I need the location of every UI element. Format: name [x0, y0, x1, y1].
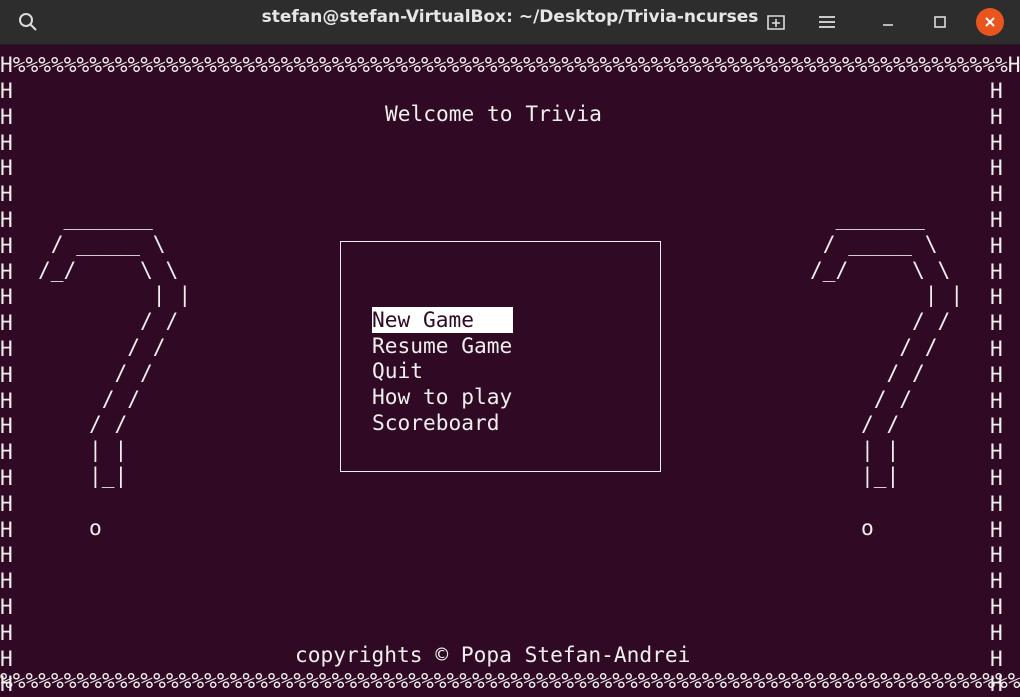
border-top: H%%%%%%%%%%%%%%%%%%%%%%%%%%%%%%%%%%%%%%%…	[0, 52, 1020, 77]
minimize-button[interactable]	[872, 6, 904, 38]
question-mark-art-left: _______ / _____ \ /_/ \ \ | | / / / / / …	[38, 205, 192, 540]
menu-item-quit[interactable]: Quit	[372, 358, 423, 384]
new-tab-icon	[767, 15, 785, 30]
window-titlebar: stefan@stefan-VirtualBox: ~/Desktop/Triv…	[0, 0, 1020, 45]
copyright-text: copyrights © Popa Stefan-Andrei	[295, 642, 691, 667]
maximize-button[interactable]	[924, 6, 956, 38]
welcome-heading: Welcome to Trivia	[385, 101, 602, 126]
new-tab-button[interactable]	[760, 6, 792, 38]
maximize-icon	[934, 16, 946, 28]
menu-item-new-game[interactable]: New Game	[372, 307, 513, 333]
menu-button[interactable]	[811, 6, 843, 38]
close-button[interactable]	[974, 6, 1006, 38]
minimize-icon	[883, 24, 893, 26]
border-bottom: %%%%%%%%%%%%%%%%%%%%%%%%%%%%%%%%%%%%%%%%…	[0, 668, 1020, 693]
close-icon	[985, 17, 995, 27]
question-mark-art-right: _______ / _____ \ /_/ \ \ | | / / / / / …	[810, 205, 964, 540]
menu-item-scoreboard[interactable]: Scoreboard	[372, 410, 500, 436]
hamburger-menu-icon	[819, 16, 835, 28]
border-right: H H H H H H H H H H H H H H H H H H H H …	[990, 78, 1003, 697]
window-title: stefan@stefan-VirtualBox: ~/Desktop/Triv…	[261, 7, 759, 27]
menu-item-how-to-play[interactable]: How to play	[372, 384, 512, 410]
menu-item-resume-game[interactable]: Resume Game	[372, 333, 512, 359]
terminal-screen[interactable]: H%%%%%%%%%%%%%%%%%%%%%%%%%%%%%%%%%%%%%%%…	[0, 45, 1020, 696]
border-left: H H H H H H H H H H H H H H H H H H H H …	[0, 78, 13, 697]
